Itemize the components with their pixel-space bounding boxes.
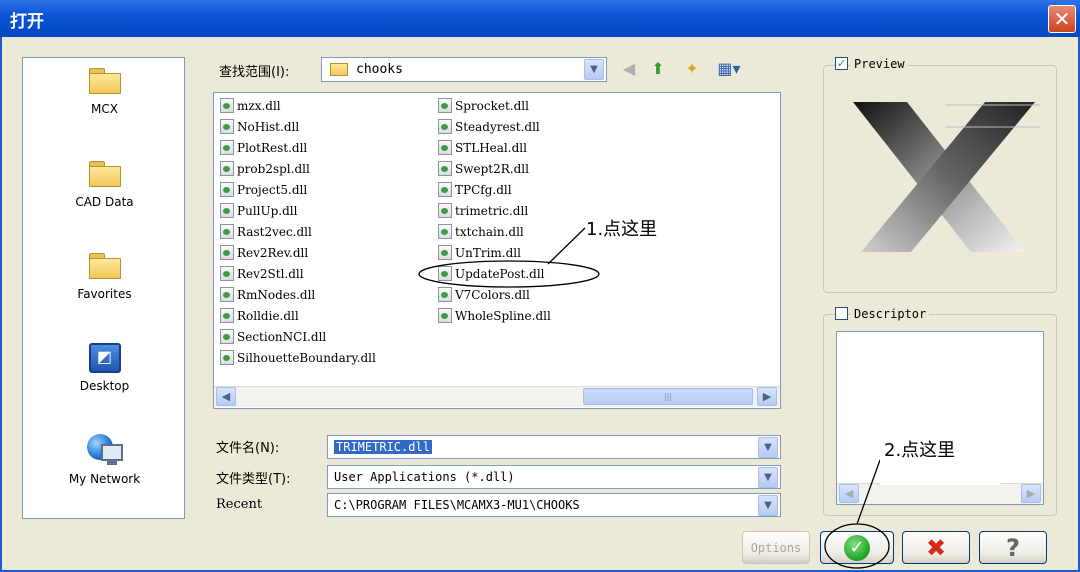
annotation-step-1: 1.点这里 <box>586 219 658 240</box>
annotation-overlay <box>418 227 890 569</box>
annotation-step-2: 2.点这里 <box>884 440 956 461</box>
